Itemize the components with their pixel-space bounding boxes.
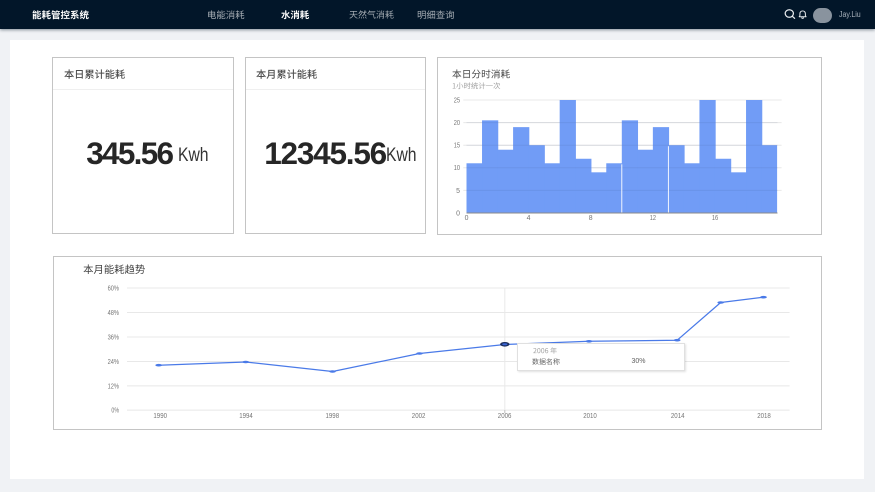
svg-text:0: 0 <box>456 210 460 217</box>
svg-text:8: 8 <box>589 214 593 221</box>
svg-text:25: 25 <box>454 97 460 104</box>
svg-text:2006: 2006 <box>498 413 512 420</box>
svg-text:16: 16 <box>712 214 718 221</box>
svg-text:1994: 1994 <box>239 413 253 420</box>
svg-text:2018: 2018 <box>757 413 771 420</box>
svg-text:2010: 2010 <box>583 413 597 420</box>
svg-text:12: 12 <box>650 214 656 221</box>
svg-text:2002: 2002 <box>412 413 426 420</box>
svg-text:5: 5 <box>456 187 460 194</box>
svg-text:36%: 36% <box>108 334 119 341</box>
svg-text:0%: 0% <box>111 407 119 414</box>
svg-text:0: 0 <box>465 214 469 221</box>
svg-text:1998: 1998 <box>326 413 340 420</box>
svg-text:20: 20 <box>454 120 460 127</box>
svg-text:24%: 24% <box>108 359 119 366</box>
svg-text:2014: 2014 <box>671 413 685 420</box>
svg-text:4: 4 <box>527 214 531 221</box>
svg-text:60%: 60% <box>108 285 119 292</box>
svg-text:1990: 1990 <box>153 413 167 420</box>
svg-text:15: 15 <box>454 142 460 149</box>
svg-text:48%: 48% <box>108 310 119 317</box>
svg-text:10: 10 <box>454 165 460 172</box>
svg-text:12%: 12% <box>108 383 119 390</box>
